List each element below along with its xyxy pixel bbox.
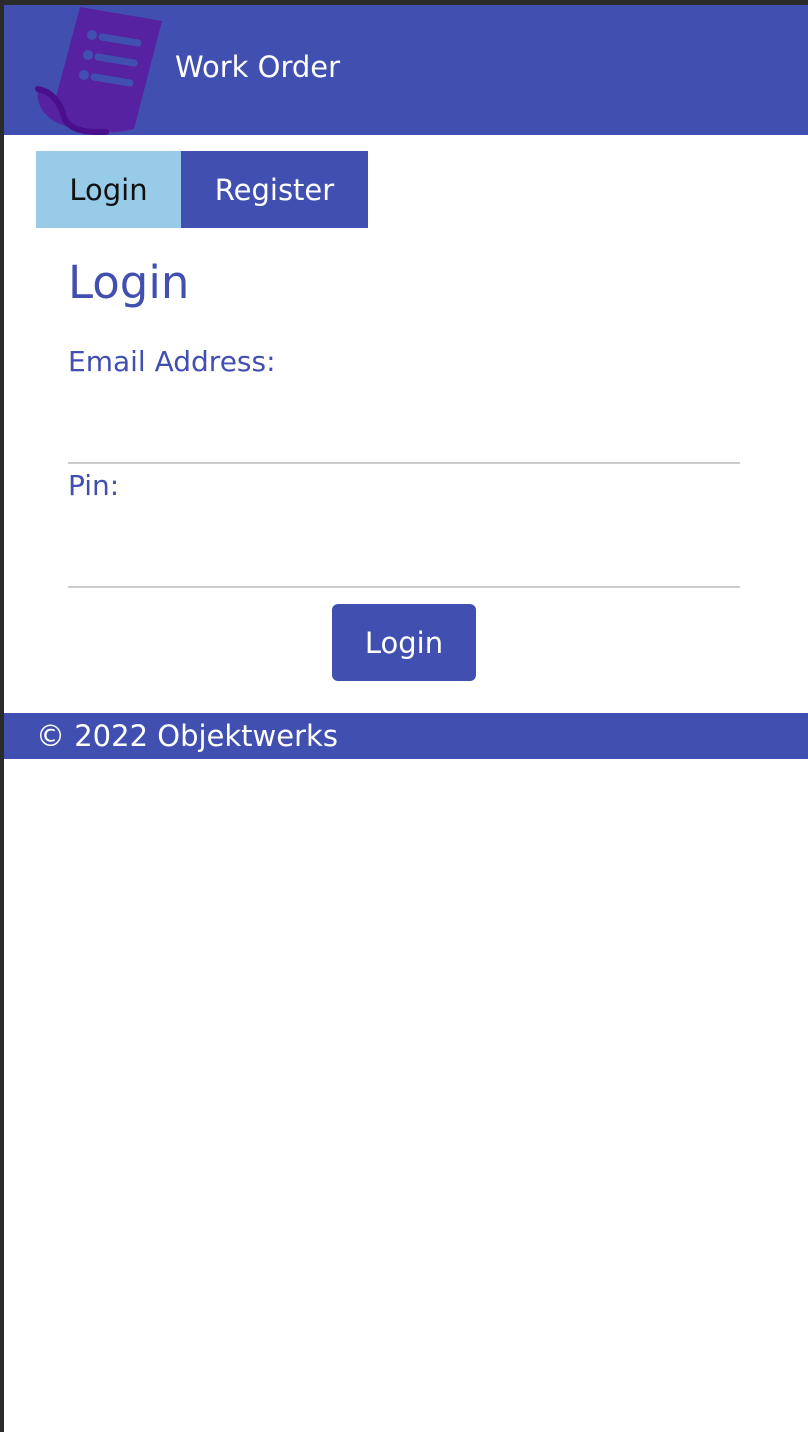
app-title: Work Order [175,50,341,84]
tab-login[interactable]: Login [36,151,181,228]
copyright-text: © 2022 Objektwerks [36,719,338,753]
email-field[interactable] [68,424,740,464]
pin-label: Pin: [68,469,120,502]
form-title: Login [68,256,190,309]
pin-field[interactable] [68,548,740,588]
login-button[interactable]: Login [332,604,476,681]
app-page: Work Order Login Register Login Email Ad… [4,5,808,1432]
app-header: Work Order [4,5,808,135]
email-label: Email Address: [68,345,276,378]
tab-register[interactable]: Register [181,151,368,228]
app-footer: © 2022 Objektwerks [4,713,808,759]
document-list-icon [35,7,163,135]
auth-tabs: Login Register [36,151,368,228]
